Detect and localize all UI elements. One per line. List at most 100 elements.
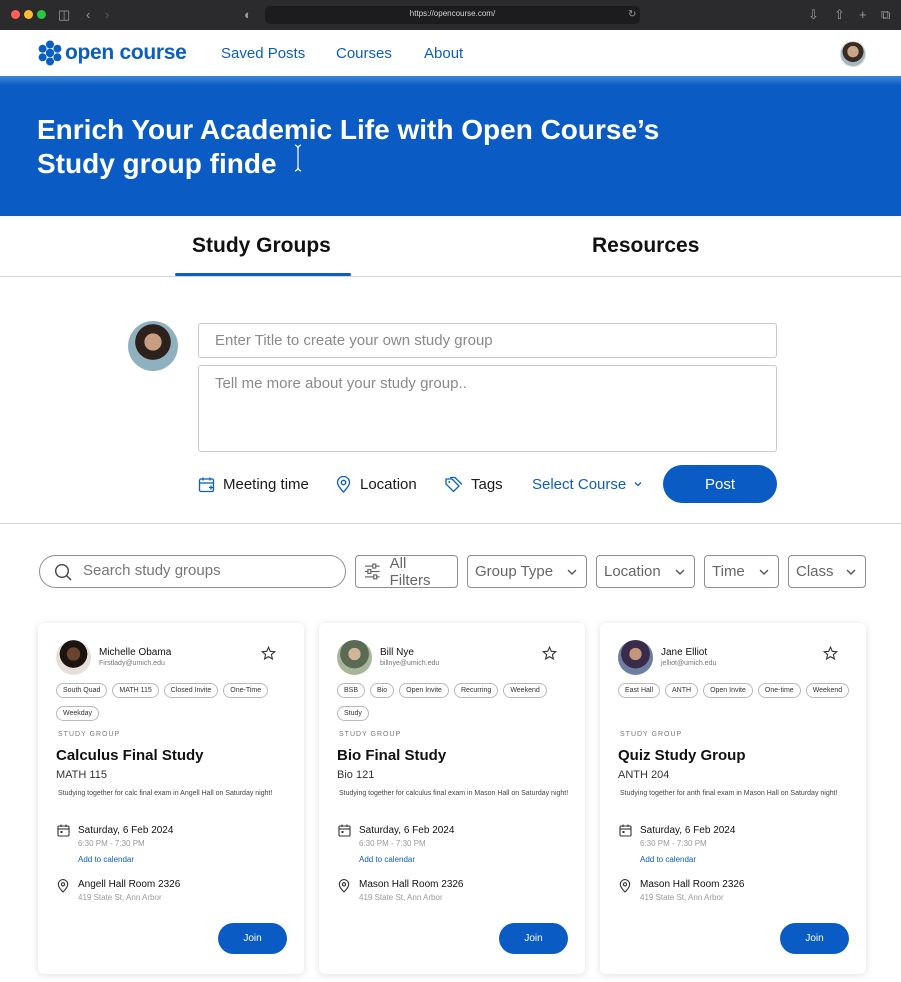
- tag-chip[interactable]: Weekday: [56, 706, 100, 721]
- tag-chip[interactable]: South Quad: [56, 683, 108, 698]
- card-type-label: STUDY GROUP: [58, 731, 121, 738]
- add-to-calendar-link[interactable]: Add to calendar: [640, 855, 696, 864]
- card-title[interactable]: Quiz Study Group: [618, 747, 746, 764]
- author-avatar[interactable]: [337, 640, 372, 675]
- tag-chip[interactable]: Open Invite: [703, 683, 753, 698]
- add-to-calendar-link[interactable]: Add to calendar: [78, 855, 134, 864]
- study-group-card: Michelle Obama Firstlady@umich.edu South…: [38, 623, 304, 974]
- tag-chip[interactable]: MATH 115: [112, 683, 159, 698]
- class-filter[interactable]: Class: [788, 555, 866, 588]
- tab-resources[interactable]: Resources: [592, 234, 699, 258]
- card-description: Studying together for calc final exam in…: [58, 790, 273, 797]
- join-button[interactable]: Join: [499, 923, 568, 954]
- tab-overview-icon[interactable]: ⧉: [881, 7, 890, 23]
- card-time: 6:30 PM - 7:30 PM: [359, 839, 426, 848]
- post-button[interactable]: Post: [663, 465, 777, 503]
- sidebar-icon[interactable]: ◫: [58, 7, 70, 23]
- minimize-window-button[interactable]: [24, 10, 33, 19]
- logo-icon[interactable]: [37, 40, 63, 66]
- back-icon[interactable]: ‹: [86, 7, 90, 23]
- card-date: Saturday, 6 Feb 2024: [359, 825, 455, 836]
- tag-list: BSB Bio Open Invite Recurring Weekend St…: [337, 683, 575, 721]
- forward-icon[interactable]: ›: [105, 7, 109, 23]
- nav-link-about[interactable]: About: [424, 45, 463, 62]
- chevron-down-icon: [759, 569, 769, 575]
- close-window-button[interactable]: [11, 10, 20, 19]
- content-tabs: Study Groups Resources: [0, 216, 901, 277]
- meeting-time-label: Meeting time: [223, 475, 309, 493]
- author-name[interactable]: Bill Nye: [380, 647, 414, 658]
- select-course-label: Select Course: [532, 475, 627, 493]
- card-title[interactable]: Bio Final Study: [337, 747, 446, 764]
- tag-chip[interactable]: Weekend: [805, 683, 850, 698]
- tags-option[interactable]: Tags: [444, 473, 503, 495]
- hero-title: Enrich Your Academic Life with Open Cour…: [37, 114, 660, 179]
- sliders-icon: [364, 563, 380, 580]
- search-input[interactable]: [83, 562, 333, 579]
- author-avatar[interactable]: [618, 640, 653, 675]
- add-to-calendar-link[interactable]: Add to calendar: [359, 855, 415, 864]
- card-date: Saturday, 6 Feb 2024: [78, 825, 174, 836]
- card-course: ANTH 204: [618, 769, 670, 781]
- tag-list: South Quad MATH 115 Closed Invite One-Ti…: [56, 683, 294, 721]
- tag-chip[interactable]: ANTH: [665, 683, 699, 698]
- tag-chip[interactable]: East Hall: [618, 683, 661, 698]
- map-pin-icon: [619, 879, 631, 893]
- chevron-down-icon: [675, 569, 685, 575]
- tag-chip[interactable]: One-Time: [223, 683, 269, 698]
- time-filter[interactable]: Time: [704, 555, 779, 588]
- study-group-card: Bill Nye billnye@umich.edu BSB Bio Open …: [319, 623, 585, 974]
- card-title[interactable]: Calculus Final Study: [56, 747, 204, 764]
- card-address: 419 State St, Ann Arbor: [78, 893, 162, 902]
- reload-icon[interactable]: ↻: [628, 7, 636, 23]
- tag-chip[interactable]: Weekend: [503, 683, 547, 698]
- all-filters-button[interactable]: All Filters: [355, 555, 458, 589]
- join-button[interactable]: Join: [780, 923, 849, 954]
- logo-text[interactable]: open course: [65, 41, 187, 65]
- study-group-card: Jane Elliot jelliot@umich.edu East Hall …: [600, 623, 866, 974]
- search-box[interactable]: [39, 555, 346, 588]
- tag-chip[interactable]: Closed Invite: [163, 683, 219, 698]
- group-description-input[interactable]: [198, 365, 777, 452]
- downloads-icon[interactable]: ⇩: [808, 7, 819, 23]
- location-option[interactable]: Location: [335, 473, 417, 495]
- tag-list: East Hall ANTH Open Invite One-time Week…: [618, 683, 856, 698]
- map-pin-icon: [57, 879, 69, 893]
- tag-chip[interactable]: Recurring: [453, 683, 499, 698]
- card-time: 6:30 PM - 7:30 PM: [78, 839, 145, 848]
- maximize-window-button[interactable]: [37, 10, 46, 19]
- author-avatar[interactable]: [56, 640, 91, 675]
- user-avatar[interactable]: [840, 41, 866, 67]
- tag-chip[interactable]: Study: [337, 706, 369, 721]
- share-icon[interactable]: ⇧: [834, 7, 845, 23]
- tag-chip[interactable]: Open Invite: [399, 683, 449, 698]
- select-course-dropdown[interactable]: Select Course: [532, 473, 644, 495]
- chevron-down-icon: [567, 569, 577, 575]
- author-email: billnye@umich.edu: [380, 660, 440, 667]
- location-filter[interactable]: Location: [596, 555, 695, 588]
- group-type-filter[interactable]: Group Type: [467, 555, 587, 588]
- calendar-icon: [57, 824, 70, 837]
- card-course: MATH 115: [56, 769, 107, 781]
- tag-chip[interactable]: Bio: [370, 683, 395, 698]
- star-icon[interactable]: [823, 646, 838, 661]
- group-title-input[interactable]: [198, 323, 777, 358]
- privacy-shield-icon[interactable]: ◐: [244, 7, 252, 23]
- nav-link-courses[interactable]: Courses: [336, 45, 392, 62]
- text-cursor-icon: [294, 144, 302, 172]
- author-name[interactable]: Jane Elliot: [661, 647, 707, 658]
- hero-banner: Enrich Your Academic Life with Open Cour…: [0, 76, 901, 216]
- address-bar[interactable]: https://opencourse.com/: [265, 6, 640, 24]
- author-name[interactable]: Michelle Obama: [99, 647, 171, 658]
- meeting-time-option[interactable]: Meeting time: [198, 473, 309, 495]
- new-tab-icon[interactable]: +: [859, 7, 867, 23]
- card-address: 419 State St, Ann Arbor: [359, 893, 443, 902]
- join-button[interactable]: Join: [218, 923, 287, 954]
- tab-study-groups[interactable]: Study Groups: [192, 234, 331, 258]
- star-icon[interactable]: [542, 646, 557, 661]
- nav-link-saved-posts[interactable]: Saved Posts: [221, 45, 305, 62]
- card-description: Studying together for calculus final exa…: [339, 790, 569, 797]
- tag-chip[interactable]: One-time: [757, 683, 801, 698]
- star-icon[interactable]: [261, 646, 276, 661]
- tag-chip[interactable]: BSB: [337, 683, 366, 698]
